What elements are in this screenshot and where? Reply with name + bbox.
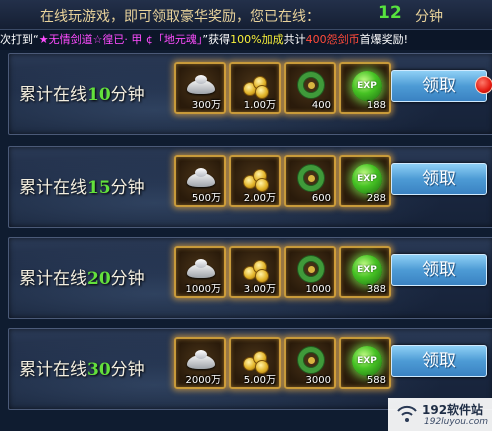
reward-row: 累计在线20分钟 1000万 3.00万 1000 EXP 388 领取 (8, 237, 492, 319)
slot-quantity: 1000万 (185, 284, 221, 295)
reward-slot-exp[interactable]: EXP 188 (339, 62, 391, 114)
label-prefix: 累计在线 (19, 269, 87, 289)
green-wreath-icon (294, 70, 328, 100)
slot-quantity: 288 (366, 193, 386, 204)
slot-quantity: 600 (311, 193, 331, 204)
reward-slot-wreath[interactable]: 3000 (284, 337, 336, 389)
online-prompt: 在线玩游戏，即可领取豪华奖励，您已在线： (40, 9, 320, 25)
alert-dot-icon (475, 76, 492, 94)
slot-quantity: 2.00万 (243, 193, 276, 204)
slot-quantity: 5.00万 (243, 375, 276, 386)
label-minutes: 15 (87, 178, 111, 198)
reward-row-label: 累计在线15分钟 (19, 173, 145, 198)
slot-quantity: 1.00万 (243, 100, 276, 111)
reward-slot-gold[interactable]: 3.00万 (229, 246, 281, 298)
reward-slot-silver[interactable]: 2000万 (174, 337, 226, 389)
reward-slot-wreath[interactable]: 400 (284, 62, 336, 114)
slot-quantity: 2000万 (185, 375, 221, 386)
site-watermark: 192软件站 192luyou.com (388, 398, 492, 431)
label-minutes: 30 (87, 360, 111, 380)
wifi-logo-icon (396, 404, 418, 424)
ticker-mid2: 共计 (283, 33, 306, 46)
online-reward-panel: 在线玩游戏，即可领取豪华奖励，您已在线： 12 分钟 次打到“★无情剑道☆徨已·… (0, 0, 492, 431)
label-prefix: 累计在线 (19, 178, 87, 198)
claim-button[interactable]: 领取 (391, 163, 487, 195)
label-prefix: 累计在线 (19, 85, 87, 105)
exp-orb-icon: EXP (349, 163, 383, 194)
slot-quantity: 500万 (191, 193, 221, 204)
ticker-player: ★无情剑道☆徨已· 甲 ¢「地元魂」 (38, 33, 203, 46)
green-wreath-icon (294, 254, 328, 284)
green-wreath-icon (294, 163, 328, 193)
exp-orb-icon: EXP (349, 254, 383, 285)
label-suffix: 分钟 (110, 178, 145, 198)
ticker-bonus: 100%加成 (230, 33, 284, 46)
reward-slot-silver[interactable]: 300万 (174, 62, 226, 114)
label-suffix: 分钟 (110, 269, 145, 289)
ticker-prefix: 次打到“ (0, 33, 39, 46)
slot-quantity: 300万 (191, 100, 221, 111)
watermark-title: 192软件站 (422, 403, 484, 417)
claim-button[interactable]: 领取 (391, 254, 487, 286)
ticker-suffix: 首爆奖励! (359, 33, 408, 46)
reward-slot-silver[interactable]: 500万 (174, 155, 226, 207)
reward-slot-gold[interactable]: 1.00万 (229, 62, 281, 114)
label-suffix: 分钟 (110, 360, 145, 380)
reward-row: 累计在线10分钟 300万 1.00万 400 EXP 188 领取 (8, 53, 492, 135)
reward-row-label: 累计在线10分钟 (19, 80, 145, 105)
reward-row-label: 累计在线20分钟 (19, 264, 145, 289)
label-prefix: 累计在线 (19, 360, 87, 380)
reward-slot-wreath[interactable]: 600 (284, 155, 336, 207)
green-wreath-icon (294, 345, 328, 375)
slot-quantity: 3000 (305, 375, 331, 386)
slot-quantity: 1000 (305, 284, 331, 295)
exp-orb-icon: EXP (349, 345, 383, 376)
claim-button[interactable]: 领取 (391, 70, 487, 102)
slot-quantity: 3.00万 (243, 284, 276, 295)
reward-slot-gold[interactable]: 2.00万 (229, 155, 281, 207)
slot-quantity: 388 (366, 284, 386, 295)
reward-row: 累计在线15分钟 500万 2.00万 600 EXP 288 领取 (8, 146, 492, 228)
watermark-url: 192luyou.com (424, 417, 489, 427)
label-suffix: 分钟 (110, 85, 145, 105)
reward-slot-wreath[interactable]: 1000 (284, 246, 336, 298)
exp-orb-icon: EXP (349, 70, 383, 101)
online-minutes-unit: 分钟 (415, 9, 443, 25)
reward-row-label: 累计在线30分钟 (19, 355, 145, 380)
claim-button[interactable]: 领取 (391, 345, 487, 377)
online-status-bar: 在线玩游戏，即可领取豪华奖励，您已在线： 12 分钟 (0, 0, 492, 30)
slot-quantity: 400 (311, 100, 331, 111)
reward-slot-gold[interactable]: 5.00万 (229, 337, 281, 389)
reward-slot-exp[interactable]: EXP 288 (339, 155, 391, 207)
broadcast-ticker: 次打到“★无情剑道☆徨已· 甲 ¢「地元魂」”获得100%加成共计400怨剑币首… (0, 30, 492, 50)
reward-slot-silver[interactable]: 1000万 (174, 246, 226, 298)
reward-slot-exp[interactable]: EXP 588 (339, 337, 391, 389)
slot-quantity: 588 (366, 375, 386, 386)
ticker-mid: ”获得 (202, 33, 231, 46)
label-minutes: 20 (87, 269, 111, 289)
reward-slot-exp[interactable]: EXP 388 (339, 246, 391, 298)
ticker-reward: 400怨剑币 (305, 33, 360, 46)
online-minutes-count: 12 (378, 3, 402, 23)
slot-quantity: 188 (366, 100, 386, 111)
label-minutes: 10 (87, 85, 111, 105)
